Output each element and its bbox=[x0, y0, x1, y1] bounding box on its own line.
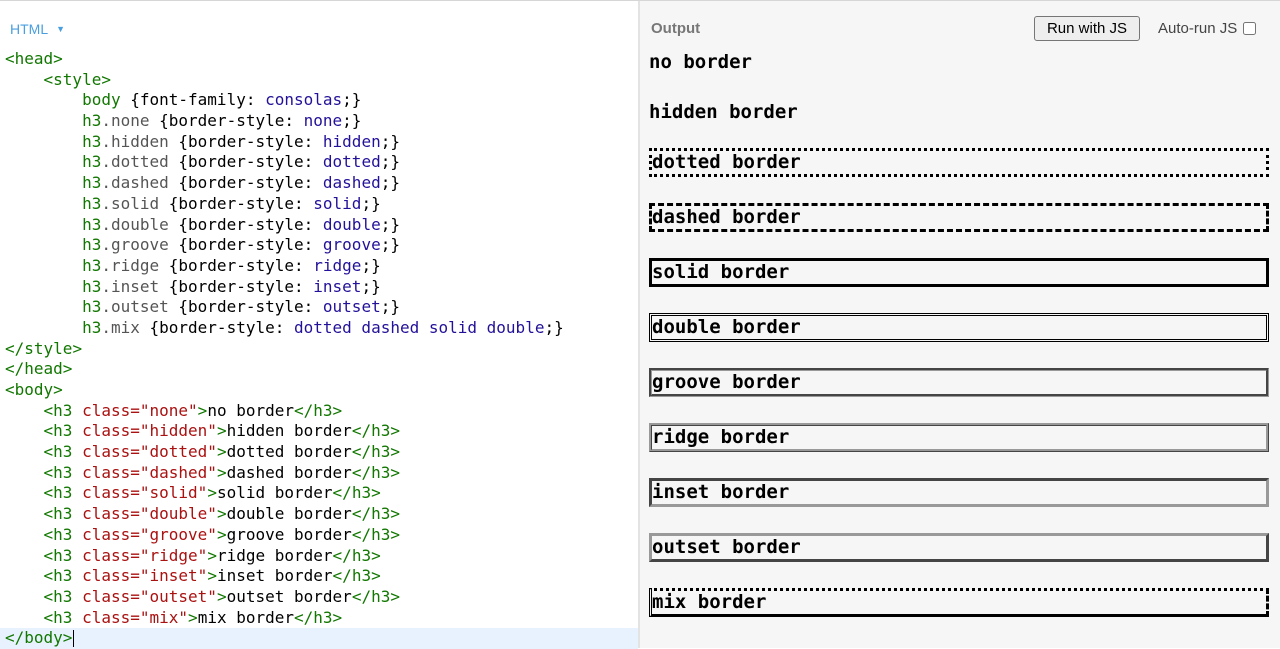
code-line[interactable]: <h3 class="outset">outset border</h3> bbox=[5, 587, 638, 608]
code-line[interactable]: <h3 class="double">double border</h3> bbox=[5, 504, 638, 525]
code-line[interactable]: h3.dashed {border-style: dashed;} bbox=[5, 173, 638, 194]
code-line[interactable]: h3.hidden {border-style: hidden;} bbox=[5, 132, 638, 153]
output-pane: Output Run with JS Auto-run JS no border… bbox=[640, 1, 1280, 648]
auto-run-js-checkbox[interactable] bbox=[1243, 22, 1257, 35]
output-heading-mix: mix border bbox=[649, 588, 1269, 617]
language-label[interactable]: HTML bbox=[10, 21, 48, 37]
output-heading-dotted: dotted border bbox=[649, 148, 1269, 177]
code-line[interactable]: <h3 class="solid">solid border</h3> bbox=[5, 483, 638, 504]
code-line[interactable]: h3.outset {border-style: outset;} bbox=[5, 297, 638, 318]
language-selector[interactable]: HTML ▼ bbox=[10, 19, 65, 39]
code-line[interactable]: <h3 class="ridge">ridge border</h3> bbox=[5, 546, 638, 567]
code-line[interactable]: h3.double {border-style: double;} bbox=[5, 215, 638, 236]
code-line[interactable]: <h3 class="dotted">dotted border</h3> bbox=[5, 442, 638, 463]
code-line[interactable]: h3.dotted {border-style: dotted;} bbox=[5, 152, 638, 173]
run-with-js-button[interactable]: Run with JS bbox=[1034, 16, 1140, 41]
code-line[interactable]: <body> bbox=[5, 380, 638, 401]
code-line[interactable]: h3.solid {border-style: solid;} bbox=[5, 194, 638, 215]
output-heading-none: no border bbox=[649, 51, 752, 73]
code-line[interactable]: h3.ridge {border-style: ridge;} bbox=[5, 256, 638, 277]
code-line[interactable]: h3.groove {border-style: groove;} bbox=[5, 235, 638, 256]
output-heading-hidden: hidden border bbox=[649, 101, 798, 123]
code-line[interactable]: <style> bbox=[5, 70, 638, 91]
code-line[interactable]: </head> bbox=[5, 359, 638, 380]
code-line[interactable]: <h3 class="hidden">hidden border</h3> bbox=[5, 421, 638, 442]
code-line[interactable]: <h3 class="mix">mix border</h3> bbox=[5, 608, 638, 629]
chevron-down-icon[interactable]: ▼ bbox=[56, 24, 65, 34]
auto-run-js-label: Auto-run JS bbox=[1158, 20, 1238, 37]
code-line[interactable]: h3.inset {border-style: inset;} bbox=[5, 277, 638, 298]
output-heading-dashed: dashed border bbox=[649, 203, 1269, 232]
code-editor[interactable]: HTML ▼ <head> <style> body {font-family:… bbox=[0, 1, 638, 649]
text-cursor bbox=[73, 630, 75, 648]
output-heading-ridge: ridge border bbox=[649, 423, 1269, 452]
auto-run-js-toggle[interactable]: Auto-run JS bbox=[1158, 20, 1257, 37]
output-heading-inset: inset border bbox=[649, 478, 1269, 507]
code-line[interactable]: h3.mix {border-style: dotted dashed soli… bbox=[5, 318, 638, 339]
output-title: Output bbox=[651, 20, 701, 37]
output-heading-groove: groove border bbox=[649, 368, 1269, 397]
code-line[interactable]: <h3 class="dashed">dashed border</h3> bbox=[5, 463, 638, 484]
rendered-output: no border hidden border dotted border dashe… bbox=[649, 51, 1269, 643]
output-heading-outset: outset border bbox=[649, 533, 1269, 562]
code-line[interactable]: </body> bbox=[5, 628, 638, 649]
output-heading-double: double border bbox=[649, 313, 1269, 342]
code-line[interactable]: body {font-family: consolas;} bbox=[5, 90, 638, 111]
code-line[interactable]: <h3 class="groove">groove border</h3> bbox=[5, 525, 638, 546]
code-line[interactable]: <head> bbox=[5, 49, 638, 70]
code-lines[interactable]: <head> <style> body {font-family: consol… bbox=[5, 49, 638, 649]
code-line[interactable]: </style> bbox=[5, 339, 638, 360]
code-line[interactable]: <h3 class="none">no border</h3> bbox=[5, 401, 638, 422]
output-heading-solid: solid border bbox=[649, 258, 1269, 287]
code-line[interactable]: h3.none {border-style: none;} bbox=[5, 111, 638, 132]
code-line[interactable]: <h3 class="inset">inset border</h3> bbox=[5, 566, 638, 587]
